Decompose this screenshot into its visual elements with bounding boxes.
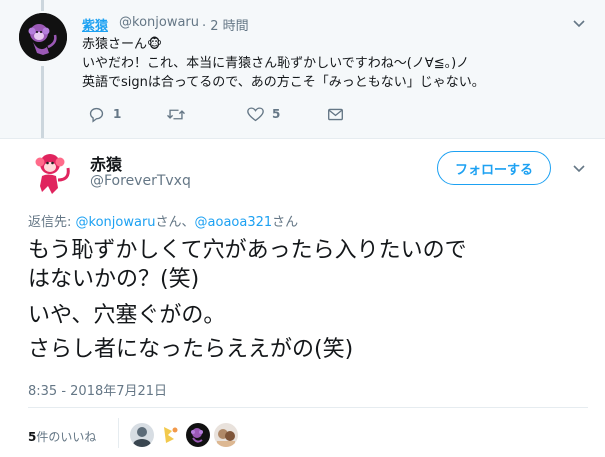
monkey-emoji: 🐵 (147, 37, 163, 52)
divider (28, 407, 588, 408)
follow-button[interactable]: フォローする (437, 151, 551, 185)
tweet-text-line: 英語でsignは合ってるので、あの方こそ「みっともない」じゃない。 (82, 75, 485, 90)
avatar[interactable] (28, 146, 80, 198)
tweet-text-line: はないかの？(笑) (28, 267, 200, 292)
tweet-text-line: いや、穴塞ぐがの。 (28, 303, 226, 328)
thread-connector (41, 0, 44, 11)
like-button[interactable]: 5 (247, 104, 280, 124)
tweet-text-line: 赤猿さーん🐵 (82, 37, 163, 52)
tweet-text-line: もう恥ずかしくて穴があったら入りたいので (28, 238, 467, 263)
like-count: 5 (272, 107, 281, 121)
reply-suffix: さん、 (155, 215, 195, 230)
thread-connector (41, 66, 44, 138)
tweet-text-line: さらし者になったらええがの(笑) (28, 337, 354, 362)
reply-user-link[interactable]: @konjowaru (76, 215, 156, 230)
avatar[interactable] (19, 13, 67, 61)
likes-summary[interactable]: 5件のいいね (28, 428, 96, 445)
retweet-button[interactable] (166, 104, 186, 124)
retweet-icon (167, 109, 185, 119)
heart-icon (247, 106, 264, 121)
reply-button[interactable]: 1 (88, 104, 121, 124)
tweet-time[interactable]: · 2 時間 (202, 15, 249, 34)
tweet-text-line: いやだわ！これ、本当に青猿さん恥ずかしいですわね〜(ノ∀≦。)ノ (82, 56, 470, 71)
reply-count: 1 (113, 107, 122, 121)
reply-context: 返信先: @konjowaruさん、@aoaoa321さん (28, 211, 298, 230)
reply-prefix: 返信先: (28, 215, 76, 230)
direct-message-button[interactable] (327, 104, 344, 124)
liker-avatar[interactable] (214, 423, 238, 447)
chevron-down-icon[interactable] (569, 158, 589, 178)
author-handle[interactable]: @konjowaru (119, 15, 199, 30)
author-handle[interactable]: @ForeverTvxq (90, 173, 191, 189)
reply-user-link[interactable]: @aoaoa321 (195, 215, 273, 230)
tweet-timestamp[interactable]: 8:35 - 2018年7月21日 (28, 380, 167, 399)
reply-suffix: さん (272, 215, 299, 230)
mail-icon (328, 108, 343, 120)
liker-avatar[interactable] (130, 423, 154, 447)
author-name[interactable]: 紫猿 (82, 15, 108, 34)
chevron-down-icon[interactable] (569, 13, 589, 33)
likes-label: 件のいいね (36, 430, 97, 444)
divider (118, 418, 119, 448)
liker-avatar[interactable] (186, 423, 210, 447)
reply-icon (89, 107, 104, 123)
liker-avatar[interactable] (158, 423, 182, 447)
author-name[interactable]: 赤猿 (90, 151, 122, 175)
